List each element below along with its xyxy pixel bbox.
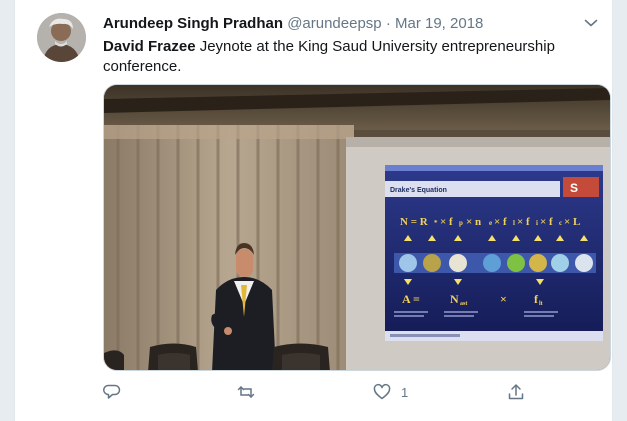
share-button[interactable] <box>507 380 525 404</box>
tweet-card[interactable]: Arundeep Singh Pradhan @arundeepsp · Mar… <box>14 0 613 421</box>
heart-icon <box>373 383 391 400</box>
svg-text:ast: ast <box>460 301 467 307</box>
avatar[interactable] <box>37 13 86 62</box>
svg-text:p: p <box>459 219 463 227</box>
chevron-down-icon[interactable] <box>582 14 600 32</box>
tweet-date[interactable]: Mar 19, 2018 <box>395 15 483 32</box>
like-button[interactable]: 1 <box>373 380 408 404</box>
mention-link[interactable]: David Frazee <box>103 38 196 55</box>
retweet-button[interactable] <box>237 380 265 404</box>
svg-text:N: N <box>450 292 459 306</box>
svg-text:× f: × f <box>494 216 507 228</box>
tweet-text: David Frazee Jeynote at the King Saud Un… <box>103 37 563 77</box>
svg-text:S: S <box>570 181 578 195</box>
svg-text:N = R: N = R <box>400 216 429 228</box>
slide-images <box>399 254 593 272</box>
svg-text:× n: × n <box>466 216 481 228</box>
svg-text:×: × <box>500 292 507 306</box>
tweet-actions: 1 <box>103 380 533 404</box>
reply-button[interactable] <box>103 380 131 404</box>
svg-text:i: i <box>536 219 538 227</box>
svg-text:A =: A = <box>402 292 420 306</box>
svg-text:lt: lt <box>539 301 543 307</box>
slide-title: Drake's Equation <box>390 187 447 194</box>
reply-icon <box>103 384 121 399</box>
svg-text:*: * <box>434 219 438 227</box>
separator: · <box>385 15 391 32</box>
svg-text:× f: × f <box>540 216 553 228</box>
retweet-icon <box>237 386 255 398</box>
svg-text:× L: × L <box>564 216 580 228</box>
svg-text:e: e <box>489 219 492 227</box>
author-name[interactable]: Arundeep Singh Pradhan <box>103 15 283 32</box>
author-handle[interactable]: @arundeepsp <box>287 15 381 32</box>
svg-text:× f: × f <box>440 216 453 228</box>
svg-text:× f: × f <box>517 216 530 228</box>
svg-text:l: l <box>513 219 515 227</box>
share-icon <box>508 384 524 400</box>
tweet-photo[interactable]: Drake's Equation S N = R * × f p × n e ×… <box>103 84 611 371</box>
svg-text:c: c <box>559 219 562 227</box>
tweet-header: Arundeep Singh Pradhan @arundeepsp · Mar… <box>103 14 600 36</box>
like-count: 1 <box>401 384 409 400</box>
